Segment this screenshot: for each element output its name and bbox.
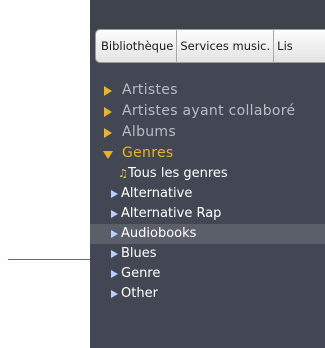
- disclosure-right-icon: [111, 250, 118, 258]
- genre-item-label: Other: [121, 286, 158, 301]
- genre-item-other[interactable]: Other: [90, 284, 325, 304]
- tree-item-label: Artistes ayant collaboré: [122, 103, 296, 119]
- tab-lis[interactable]: Lis: [274, 29, 296, 63]
- tree-item-albums[interactable]: Albums: [90, 122, 325, 143]
- callout-pointer-line: [8, 259, 90, 260]
- disclosure-right-icon: [104, 128, 112, 138]
- genre-item-blues[interactable]: Blues: [90, 244, 325, 264]
- disclosure-right-icon: [111, 290, 118, 298]
- genre-item-label: Alternative: [121, 186, 193, 201]
- genre-item-genre[interactable]: Genre: [90, 264, 325, 284]
- disclosure-right-icon: [111, 210, 118, 218]
- genre-item-audiobooks[interactable]: Audiobooks: [90, 224, 325, 244]
- genre-item-label: Blues: [121, 246, 157, 261]
- source-tab-bar: Bibliothèque Services music. Lis: [95, 29, 325, 63]
- tab-services-music[interactable]: Services music.: [177, 29, 275, 63]
- disclosure-right-icon: [111, 190, 118, 198]
- tree-item-label: Genres: [122, 145, 174, 161]
- genre-item-tous-les-genres[interactable]: ♫ Tous les genres: [90, 164, 325, 184]
- genre-item-label: Genre: [121, 266, 161, 281]
- music-note-icon: ♫: [118, 167, 128, 180]
- disclosure-right-icon: [104, 86, 112, 96]
- tab-bibliotheque[interactable]: Bibliothèque: [98, 29, 178, 63]
- disclosure-down-icon: [103, 151, 113, 159]
- genre-item-alternative[interactable]: Alternative: [90, 184, 325, 204]
- genre-item-alternative-rap[interactable]: Alternative Rap: [90, 204, 325, 224]
- disclosure-right-icon: [111, 230, 118, 238]
- tree-item-label: Albums: [122, 124, 176, 140]
- screenshot-stage: Bibliothèque Services music. Lis Artiste…: [0, 0, 325, 348]
- panel-header-band: [90, 0, 325, 30]
- library-browser-panel: Bibliothèque Services music. Lis Artiste…: [90, 0, 325, 348]
- genre-item-label: Alternative Rap: [121, 206, 222, 221]
- disclosure-right-icon: [111, 270, 118, 278]
- category-tree: Artistes Artistes ayant collaboré Albums…: [90, 80, 325, 304]
- genre-item-label: Audiobooks: [121, 226, 197, 241]
- disclosure-right-icon: [104, 107, 112, 117]
- tree-item-genres[interactable]: Genres: [90, 143, 325, 164]
- tree-item-artistes[interactable]: Artistes: [90, 80, 325, 101]
- genre-item-label: Tous les genres: [128, 166, 228, 181]
- tree-item-label: Artistes: [122, 82, 178, 98]
- tree-item-artistes-ayant-collabore[interactable]: Artistes ayant collaboré: [90, 101, 325, 122]
